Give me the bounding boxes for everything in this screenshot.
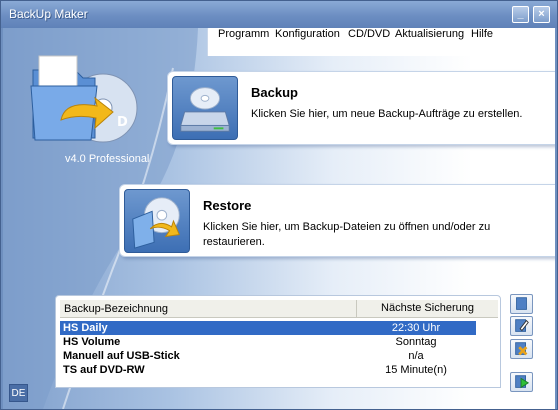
backup-jobs-list[interactable]: Backup-Bezeichnung Nächste Sicherung HS … [55,295,501,388]
table-row[interactable]: Manuell auf USB-Stick n/a [60,349,476,363]
run-job-button[interactable] [510,372,533,392]
job-name: HS Volume [63,336,121,348]
svg-text:D: D [117,115,128,130]
new-job-button[interactable] [510,294,533,314]
restore-cd-icon [124,189,190,253]
edit-job-icon [515,319,529,332]
minimize-button[interactable]: _ [512,6,529,23]
jobs-header: Backup-Bezeichnung Nächste Sicherung [60,300,498,318]
job-next: n/a [408,350,424,362]
table-row[interactable]: HS Daily 22:30 Uhr [60,321,476,335]
delete-job-button[interactable] [510,339,533,359]
new-job-icon [516,297,527,310]
job-next: 22:30 Uhr [391,322,441,334]
menu-aktualisierung[interactable]: Aktualisierung [395,28,464,40]
restore-title: Restore [203,198,252,213]
app-window: BackUp Maker _ × D v4.0 Professional Pro… [0,0,558,410]
menu-hilfe[interactable]: Hilfe [471,28,493,40]
restore-description: Klicken Sie hier, um Backup-Dateien zu ö… [203,221,491,248]
title-bar[interactable]: BackUp Maker _ × [1,1,557,28]
backup-description: Klicken Sie hier, um neue Backup-Aufträg… [251,108,523,120]
version-label: v4.0 Professional [65,153,150,165]
menu-bar: Programm Konfiguration CD/DVD Aktualisie… [208,28,553,56]
menu-cd-dvd[interactable]: CD/DVD [348,28,390,40]
client-area: D v4.0 Professional Programm Konfigurati… [3,28,555,409]
cd-folder-logo-icon: D [30,55,138,143]
language-indicator[interactable]: DE [9,384,28,402]
edit-job-button[interactable] [510,316,533,336]
backup-panel[interactable]: Backup Klicken Sie hier, um neue Backup-… [167,71,555,145]
table-row[interactable]: TS auf DVD-RW 15 Minute(n) [60,363,476,377]
menu-programm[interactable]: Programm [218,28,269,40]
backup-drive-icon [172,76,238,140]
job-name: Manuell auf USB-Stick [63,350,180,362]
run-job-icon [515,375,530,389]
table-row[interactable]: HS Volume Sonntag [60,335,476,349]
restore-panel[interactable]: Restore Klicken Sie hier, um Backup-Date… [119,184,555,257]
window-title: BackUp Maker [9,7,88,21]
job-next: Sonntag [395,336,437,348]
job-name: HS Daily [63,322,108,334]
job-next: 15 Minute(n) [385,364,447,376]
job-name: TS auf DVD-RW [63,364,145,376]
column-header-name[interactable]: Backup-Bezeichnung [64,303,168,315]
column-header-next[interactable]: Nächste Sicherung [356,300,498,317]
close-button[interactable]: × [533,6,550,23]
backup-title: Backup [251,85,298,100]
menu-konfiguration[interactable]: Konfiguration [275,28,340,40]
delete-job-icon [515,342,528,356]
